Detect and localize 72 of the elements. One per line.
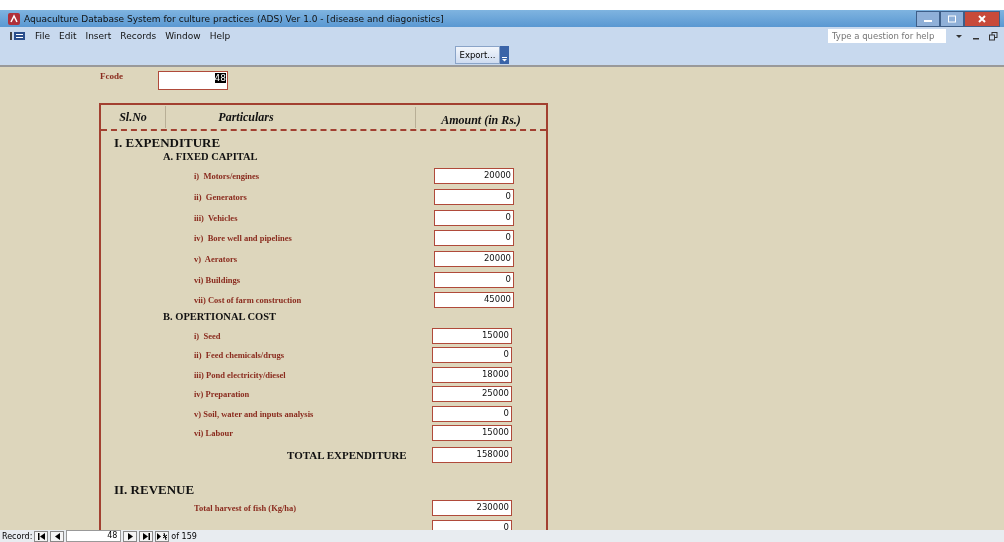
amount-field[interactable]: 20000 — [434, 168, 514, 185]
amount-field[interactable]: 0 — [434, 209, 514, 226]
item-label: vi) Labour — [194, 428, 233, 439]
next-icon — [125, 532, 135, 540]
amount-field[interactable]: 15000 — [432, 425, 512, 442]
new-record-button[interactable] — [155, 530, 170, 542]
item-label: iv) Preparation — [194, 389, 250, 400]
total-field[interactable]: 158000 — [432, 446, 512, 463]
menu-item[interactable]: File — [35, 31, 51, 41]
amount-field[interactable]: 230000 — [432, 500, 512, 517]
menu-item[interactable]: Records — [120, 31, 157, 41]
first-record-button[interactable] — [34, 530, 49, 542]
column-header: Amount (in Rs.) — [415, 106, 546, 128]
section-heading: II. REVENUE — [114, 482, 196, 499]
item-label: v) Soil, water and inputs analysis — [194, 408, 314, 419]
item-label: vii) Cost of farm construction — [194, 295, 302, 306]
amount-field[interactable]: 15000 — [432, 327, 512, 344]
item-label: i) Seed — [194, 330, 221, 341]
window-title: Aquaculture Database System for culture practices (ADS) Ver 1.0 - [disease and diagonistics] — [24, 13, 444, 24]
amount-field[interactable]: 20000 — [434, 251, 514, 268]
help-search-field[interactable]: Type a question for help — [828, 29, 946, 43]
amount-field[interactable]: 0 — [432, 519, 512, 530]
record-count: of 159 — [171, 531, 197, 541]
item-label: ii) Generators — [194, 192, 247, 203]
export-button[interactable]: Export... — [454, 46, 501, 64]
close-icon — [977, 14, 987, 23]
section-heading: I. EXPENDITURE — [114, 135, 222, 151]
record-label: Record: — [2, 531, 33, 541]
menu-item[interactable]: Edit — [59, 31, 77, 41]
menu-item[interactable]: Help — [209, 31, 231, 41]
amount-field[interactable]: 18000 — [432, 366, 512, 383]
item-label: Total harvest of fish (Kg/ha) — [194, 503, 297, 514]
amount-field[interactable]: 0 — [434, 271, 514, 288]
item-label: ii) Feed chemicals/drugs — [194, 350, 284, 361]
amount-field[interactable]: 0 — [432, 347, 512, 364]
column-header: Particulars — [217, 109, 275, 126]
record-number-field[interactable]: 48 — [66, 530, 122, 542]
item-label: vi) Buildings — [194, 274, 241, 285]
close-button[interactable] — [964, 10, 1000, 27]
toolbar-options-icon[interactable] — [500, 46, 510, 64]
group-heading: A. FIXED CAPITAL — [163, 151, 259, 162]
previous-record-button[interactable] — [50, 530, 65, 542]
item-label: iv) Bore well and pipelines — [194, 233, 292, 244]
amount-field[interactable]: 45000 — [434, 292, 514, 309]
item-label: i) Motors/engines — [194, 171, 260, 182]
minimize-button[interactable] — [916, 10, 940, 27]
form-icon — [10, 31, 26, 41]
amount-field[interactable]: 0 — [434, 189, 514, 206]
restore-icon[interactable] — [989, 31, 998, 41]
amount-field[interactable]: 0 — [432, 405, 512, 422]
last-icon — [141, 532, 151, 540]
column-header: Sl.No — [101, 106, 166, 128]
amount-field[interactable]: 0 — [434, 230, 514, 247]
maximize-button[interactable] — [940, 10, 964, 27]
item-label: iii) Vehicles — [194, 212, 238, 223]
app-icon — [8, 12, 20, 25]
dropdown-icon[interactable] — [955, 32, 963, 40]
item-label: v) Aerators — [194, 254, 237, 265]
fcode-field[interactable]: 48 — [158, 71, 228, 90]
item-label: iii) Pond electricity/diesel — [194, 369, 286, 380]
maximize-icon — [947, 14, 957, 23]
previous-icon — [52, 532, 62, 540]
amount-field[interactable]: 25000 — [432, 386, 512, 403]
first-icon — [36, 532, 46, 540]
field-label: Fcode — [100, 70, 124, 81]
new-record-icon — [156, 532, 168, 540]
group-heading: B. OPERTIONAL COST — [163, 310, 278, 322]
last-record-button[interactable] — [139, 530, 154, 542]
menu-item[interactable]: Window — [165, 31, 201, 41]
next-record-button[interactable] — [123, 530, 138, 542]
total-label: TOTAL EXPENDITURE — [287, 448, 408, 461]
menu-item[interactable]: Insert — [85, 31, 112, 41]
